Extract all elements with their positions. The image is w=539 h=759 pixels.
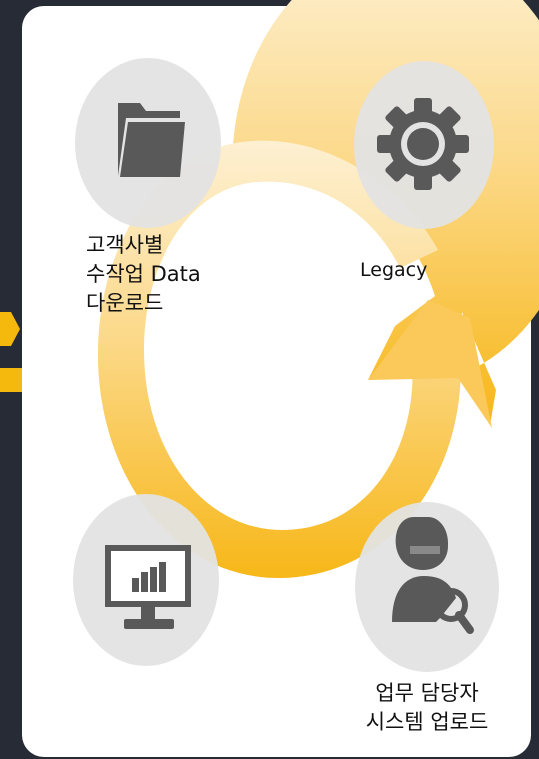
upload-node-label: 업무 담당자 시스템 업로드 <box>342 679 512 737</box>
gear-icon <box>377 98 469 190</box>
download-label-line-3: 다운로드 <box>86 291 164 315</box>
upload-label-line-1: 업무 담당자 <box>375 681 479 705</box>
legacy-node-label: Legacy <box>360 256 427 285</box>
download-label-line-2: 수작업 Data <box>86 262 201 286</box>
cycle-diagram <box>73 0 539 672</box>
folder-icon <box>118 103 185 177</box>
legacy-label-text: Legacy <box>360 259 428 281</box>
download-label-line-1: 고객사별 <box>86 233 164 257</box>
upload-label-line-2: 시스템 업로드 <box>365 710 489 734</box>
download-node-label: 고객사별 수작업 Data 다운로드 <box>86 231 201 318</box>
